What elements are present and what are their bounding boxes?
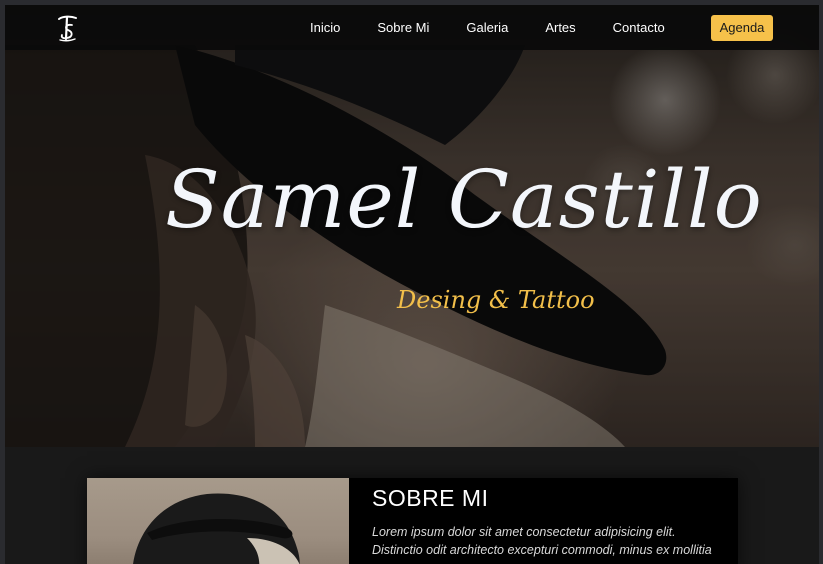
about-text-line-1: Lorem ipsum dolor sit amet consectetur a… (372, 525, 676, 539)
hero-section: Samel Castillo Desing & Tattoo (5, 5, 819, 447)
about-description: Lorem ipsum dolor sit amet consectetur a… (372, 523, 738, 559)
agenda-button[interactable]: Agenda (711, 15, 773, 41)
top-navbar: Inicio Sobre Mi Galeria Artes Contacto A… (5, 5, 819, 50)
nav-link-sobre-mi[interactable]: Sobre Mi (377, 20, 429, 35)
hero-title: Samel Castillo (165, 153, 763, 246)
nav-link-inicio[interactable]: Inicio (310, 20, 340, 35)
about-text-line-2: Distinctio odit architecto excepturi com… (372, 543, 712, 557)
nav-link-artes[interactable]: Artes (545, 20, 575, 35)
ts-monogram-logo-icon[interactable] (55, 13, 79, 43)
hero-subtitle: Desing & Tattoo (397, 286, 595, 314)
page: Samel Castillo Desing & Tattoo Inicio So… (5, 5, 819, 564)
about-photo (87, 478, 349, 564)
nav-link-contacto[interactable]: Contacto (613, 20, 665, 35)
about-section: SOBRE MI Lorem ipsum dolor sit amet cons… (87, 478, 738, 564)
about-portrait-image (133, 493, 300, 564)
about-title: SOBRE MI (372, 485, 489, 511)
nav-link-galeria[interactable]: Galeria (466, 20, 508, 35)
nav-links: Inicio Sobre Mi Galeria Artes Contacto (310, 5, 702, 50)
